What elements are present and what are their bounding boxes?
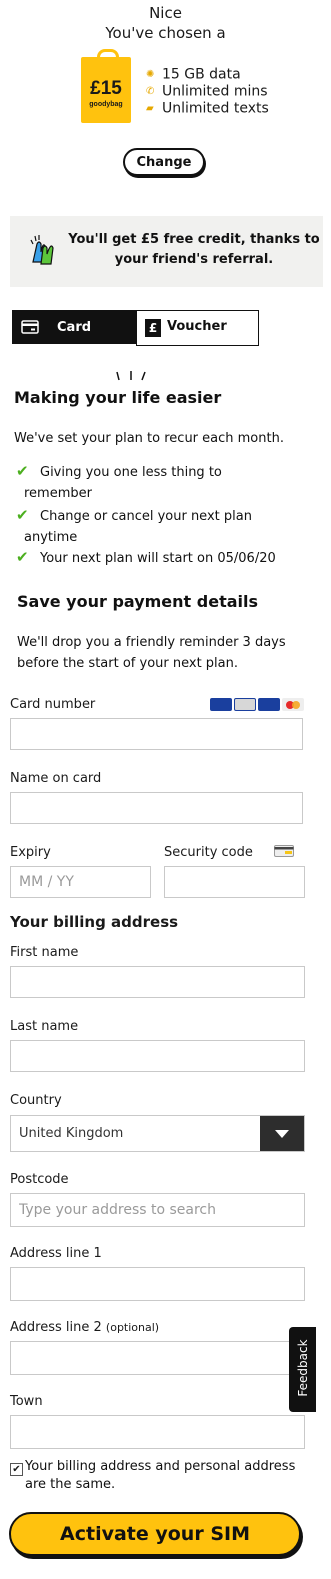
tab-card[interactable]: Card [12, 310, 136, 344]
expiry-input[interactable] [10, 866, 151, 898]
billing-address-title: Your billing address [10, 913, 179, 931]
activate-sim-button[interactable]: Activate your SIM [9, 1512, 301, 1556]
security-code-icon [274, 845, 294, 857]
card-brand-logos [210, 698, 305, 712]
security-code-label: Security code [164, 845, 253, 860]
visa-electron-icon [258, 698, 280, 711]
last-name-label: Last name [10, 1019, 79, 1034]
save-title: Save your payment details [17, 592, 259, 611]
payment-method-tabs: Card £ Voucher [12, 310, 259, 346]
feature-mins: ✆ Unlimited mins [146, 83, 268, 100]
name-on-card-label: Name on card [10, 771, 102, 786]
first-name-label: First name [10, 945, 79, 960]
address-line-2-label: Address line 2 (optional) [10, 1320, 160, 1335]
town-input[interactable] [10, 1415, 305, 1449]
plan-brand: goodybag [89, 101, 123, 108]
check-icon: ✔ [16, 506, 29, 524]
tab-voucher[interactable]: £ Voucher [136, 310, 259, 346]
bag-handle [97, 49, 119, 62]
card-icon [21, 320, 39, 334]
check-icon: ✔ [16, 548, 29, 566]
save-desc-2: before the start of your next plan. [17, 656, 239, 671]
chosen-plan-text: You've chosen a [105, 24, 226, 42]
data-icon: ✺ [146, 69, 155, 80]
sparkle-icon [116, 371, 146, 381]
benefit-item: ✔ Change or cancel your next plan [16, 506, 252, 524]
check-icon: ✔ [16, 462, 29, 480]
referral-text: You'll get £5 free credit, thanks to you… [68, 232, 320, 267]
benefit-item-cont: anytime [24, 530, 78, 545]
high-five-icon [30, 235, 54, 265]
visa-icon [210, 698, 232, 711]
save-desc-1: We'll drop you a friendly reminder 3 day… [17, 635, 286, 650]
expiry-label: Expiry [10, 845, 51, 860]
easier-title: Making your life easier [14, 388, 222, 407]
feature-data: ✺ 15 GB data [146, 66, 241, 83]
card-number-input[interactable] [10, 718, 303, 750]
change-plan-button[interactable]: Change [123, 148, 205, 176]
address-line-1-label: Address line 1 [10, 1246, 102, 1261]
mastercard-icon [282, 698, 304, 711]
card-number-label: Card number [10, 697, 96, 712]
postcode-label: Postcode [10, 1172, 69, 1187]
message-icon: ▰ [146, 103, 154, 114]
first-name-input[interactable] [10, 966, 305, 998]
phone-icon: ✆ [146, 86, 155, 97]
goodybag-image: £15 goodybag [81, 49, 131, 123]
feature-texts: ▰ Unlimited texts [146, 100, 269, 117]
voucher-icon: £ [145, 319, 161, 337]
greeting-text: Nice [149, 4, 182, 22]
town-label: Town [10, 1394, 43, 1409]
feedback-tab[interactable]: Feedback [289, 1327, 316, 1412]
postcode-search-input[interactable] [10, 1193, 305, 1227]
maestro-icon [234, 698, 256, 711]
country-select[interactable]: United Kingdom [10, 1115, 305, 1152]
recur-intro: We've set your plan to recur each month. [14, 431, 284, 446]
same-address-checkbox[interactable]: ✔ [10, 1463, 23, 1476]
referral-banner: You'll get £5 free credit, thanks to you… [10, 216, 323, 287]
plan-price: £15 [90, 78, 122, 99]
same-address-label: Your billing address and personal addres… [25, 1459, 296, 1492]
security-code-input[interactable] [164, 866, 305, 898]
benefit-item: ✔ Your next plan will start on 05/06/20 [16, 548, 276, 566]
benefit-item: ✔ Giving you one less thing to [16, 462, 222, 480]
name-on-card-input[interactable] [10, 792, 303, 824]
chevron-down-icon[interactable] [260, 1116, 304, 1151]
benefit-item-cont: remember [24, 486, 92, 501]
address-line-1-input[interactable] [10, 1267, 305, 1301]
address-line-2-input[interactable] [10, 1341, 305, 1375]
last-name-input[interactable] [10, 1040, 305, 1072]
country-label: Country [10, 1093, 62, 1108]
country-value: United Kingdom [19, 1126, 124, 1141]
